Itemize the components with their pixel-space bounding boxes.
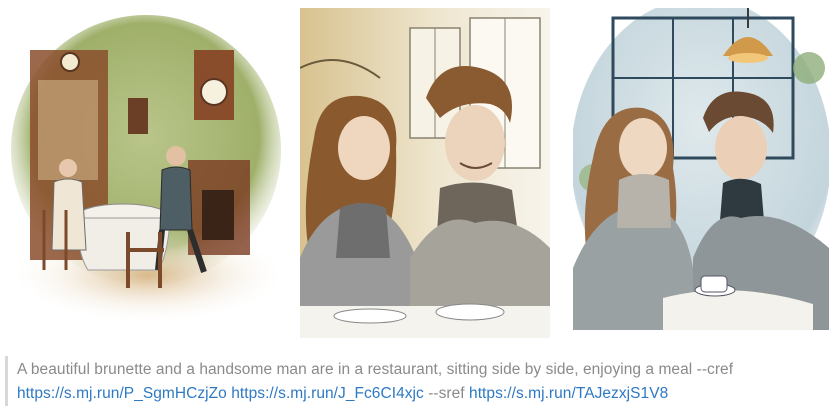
prompt-caption: A beautiful brunette and a handsome man … — [0, 352, 839, 418]
generated-image-1[interactable] — [8, 10, 284, 322]
image-gallery — [0, 0, 839, 345]
cref-link-1[interactable]: https://s.mj.run/P_SgmHCzjZo — [17, 385, 227, 402]
quote-rule — [5, 356, 8, 406]
sref-flag: --sref — [428, 385, 465, 402]
prompt-text-block: A beautiful brunette and a handsome man … — [17, 358, 817, 406]
prompt-text: A beautiful brunette and a handsome man … — [17, 361, 734, 378]
generated-image-2[interactable] — [300, 8, 550, 338]
sref-link[interactable]: https://s.mj.run/TAJezxjS1V8 — [469, 385, 668, 402]
window-cafe-illustration — [573, 8, 829, 330]
parlor-illustration — [8, 10, 284, 322]
cafe-couple-illustration — [300, 8, 550, 338]
cref-link-2[interactable]: https://s.mj.run/J_Fc6CI4xjc — [231, 385, 424, 402]
generated-image-3[interactable] — [573, 8, 829, 330]
